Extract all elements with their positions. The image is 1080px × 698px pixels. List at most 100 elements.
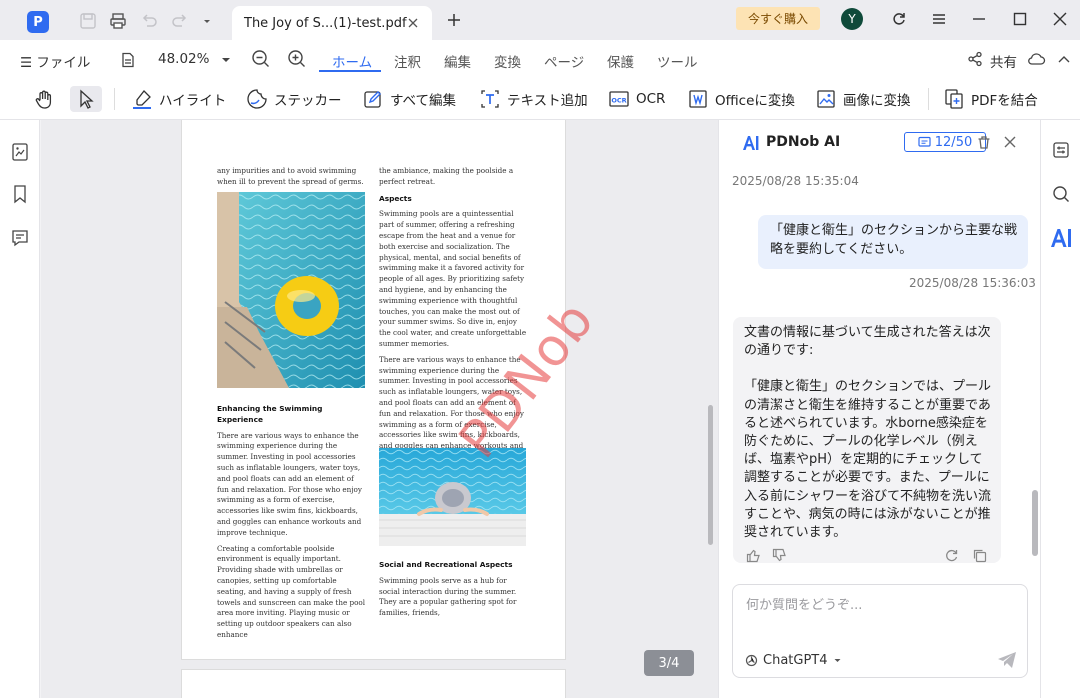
ai-panel-title: PDNob AI [766, 134, 841, 150]
properties-icon[interactable] [1051, 140, 1071, 160]
save-icon[interactable] [79, 12, 97, 30]
pdf-page[interactable]: any impurities and to avoid swimming whe… [181, 120, 606, 660]
highlight-button[interactable]: ハイライト [131, 86, 226, 112]
file-menu-label: ファイル [36, 55, 91, 71]
add-text-label: テキスト追加 [507, 93, 588, 109]
clear-history-icon[interactable] [976, 134, 992, 150]
user-avatar[interactable]: Y [841, 8, 863, 30]
file-menu[interactable]: ☰ ファイル [20, 51, 90, 71]
paragraph: Swimming pools are a quintessential part… [379, 209, 527, 348]
ai-assistant-panel: PDNob AI 12/50 2025/08/28 15:35:04 「健康と衛… [718, 120, 1040, 698]
zoom-dropdown-icon[interactable] [220, 54, 232, 66]
minimize-icon[interactable] [971, 11, 987, 27]
redo-icon[interactable] [171, 12, 189, 30]
ocr-icon: OCR [609, 91, 629, 107]
page-view-icon[interactable] [120, 52, 136, 68]
tab-tools[interactable]: ツール [657, 51, 698, 71]
copy-icon[interactable] [972, 548, 987, 563]
pool-swimmer-photo [379, 448, 526, 546]
paragraph: Swimming pools serve as a hub for social… [379, 575, 517, 618]
tab-page[interactable]: ページ [544, 51, 584, 71]
convert-office-label: Officeに変換 [715, 93, 795, 109]
hamburger-menu-icon[interactable] [931, 11, 947, 27]
new-tab-icon[interactable] [446, 12, 462, 28]
toolbar-divider [928, 88, 929, 110]
bookmark-icon[interactable] [10, 184, 30, 204]
convert-image-button[interactable]: 画像に変換 [815, 86, 911, 112]
document-scrollbar[interactable] [708, 405, 713, 545]
hand-tool-button[interactable] [31, 86, 57, 112]
ai-panel-scrollbar[interactable] [1032, 490, 1038, 556]
zoom-out-icon[interactable] [251, 49, 270, 68]
comment-icon[interactable] [10, 228, 30, 248]
select-tool-button[interactable] [70, 86, 102, 112]
collapse-ribbon-icon[interactable] [1057, 54, 1071, 64]
close-panel-icon[interactable] [1002, 134, 1018, 150]
sticker-label: ステッカー [274, 93, 342, 109]
ai-question-box[interactable]: ChatGPT4 [732, 584, 1028, 678]
print-icon[interactable] [109, 12, 127, 30]
add-text-button[interactable]: テキスト追加 [479, 86, 588, 112]
image-convert-icon [817, 90, 835, 108]
tab-convert[interactable]: 変換 [494, 51, 521, 71]
model-name: ChatGPT4 [763, 653, 828, 668]
zoom-in-icon[interactable] [287, 49, 306, 68]
search-icon[interactable] [1051, 184, 1071, 204]
active-tab-underline [319, 70, 381, 72]
merge-pdf-label: PDFを結合 [971, 93, 1038, 109]
svg-text:OCR: OCR [611, 97, 626, 105]
undo-icon[interactable] [140, 12, 158, 30]
maximize-icon[interactable] [1012, 11, 1028, 27]
section-heading: Aspects [379, 193, 412, 203]
model-selector[interactable]: ChatGPT4 [745, 653, 842, 668]
tab-edit[interactable]: 編集 [444, 51, 471, 71]
highlight-label: ハイライト [159, 93, 227, 109]
refresh-icon[interactable] [891, 11, 907, 27]
close-tab-icon[interactable] [406, 16, 420, 30]
edit-all-button[interactable]: すべて編集 [362, 86, 456, 112]
tab-home[interactable]: ホーム [332, 51, 372, 71]
quota-value: 12/50 [934, 134, 973, 150]
document-viewer[interactable]: any impurities and to avoid swimming whe… [41, 120, 718, 698]
message-timestamp: 2025/08/28 15:36:03 [909, 276, 1036, 290]
next-pdf-page[interactable] [181, 669, 566, 698]
thumbnails-icon[interactable] [10, 142, 30, 162]
ai-response-bubble: 文書の情報に基づいて生成された答えは次の通りです: 「健康と衛生」のセクションで… [733, 317, 1001, 563]
regenerate-icon[interactable] [944, 548, 959, 563]
share-icon[interactable] [967, 51, 983, 67]
share-label[interactable]: 共有 [990, 51, 1017, 71]
buy-now-button[interactable]: 今すぐ購入 [736, 7, 820, 30]
tab-annotate[interactable]: 注釈 [394, 51, 421, 71]
convert-image-label: 画像に変換 [843, 93, 911, 109]
app-logo-icon[interactable]: P [27, 11, 49, 33]
merge-pdf-icon [945, 89, 963, 109]
toolbar-divider [114, 88, 115, 110]
thumbs-down-icon[interactable] [772, 548, 787, 563]
message-timestamp: 2025/08/28 15:35:04 [732, 174, 859, 188]
convert-office-button[interactable]: Officeに変換 [687, 86, 795, 112]
zoom-level[interactable]: 48.02% [158, 51, 209, 67]
paragraph: There are various ways to enhance the sw… [217, 430, 362, 537]
edit-all-label: すべて編集 [390, 93, 457, 109]
ocr-button[interactable]: OCR OCR [608, 86, 665, 112]
paragraph: any impurities and to avoid swimming whe… [217, 166, 364, 186]
question-quota-badge[interactable]: 12/50 [904, 132, 986, 152]
document-tab[interactable]: The Joy of S...(1)-test.pdf [232, 6, 432, 40]
paragraph: the ambiance, making the poolside a perf… [379, 166, 514, 186]
text-box-icon [481, 90, 499, 108]
cloud-icon[interactable] [1027, 51, 1046, 67]
menu-bar: ☰ ファイル 48.02% ホーム 注釈 編集 変換 ページ 保護 ツール 共有 [0, 40, 1080, 78]
page-indicator[interactable]: 3/4 [644, 650, 694, 676]
close-window-icon[interactable] [1052, 11, 1068, 27]
ai-question-input[interactable] [746, 595, 1006, 615]
send-icon[interactable] [997, 651, 1017, 669]
quota-chat-icon [918, 136, 931, 147]
title-bar: P The Joy of S...(1)-test.pdf 今すぐ購入 Y [0, 0, 1080, 40]
thumbs-up-icon[interactable] [746, 548, 761, 563]
tab-protect[interactable]: 保護 [607, 51, 634, 71]
merge-pdf-button[interactable]: PDFを結合 [943, 86, 1038, 112]
sticker-button[interactable]: ステッカー [246, 86, 342, 112]
quick-access-dropdown-icon[interactable] [201, 12, 213, 30]
ai-assistant-icon[interactable] [1049, 226, 1073, 250]
left-text-column: any impurities and to avoid swimming whe… [217, 166, 367, 193]
